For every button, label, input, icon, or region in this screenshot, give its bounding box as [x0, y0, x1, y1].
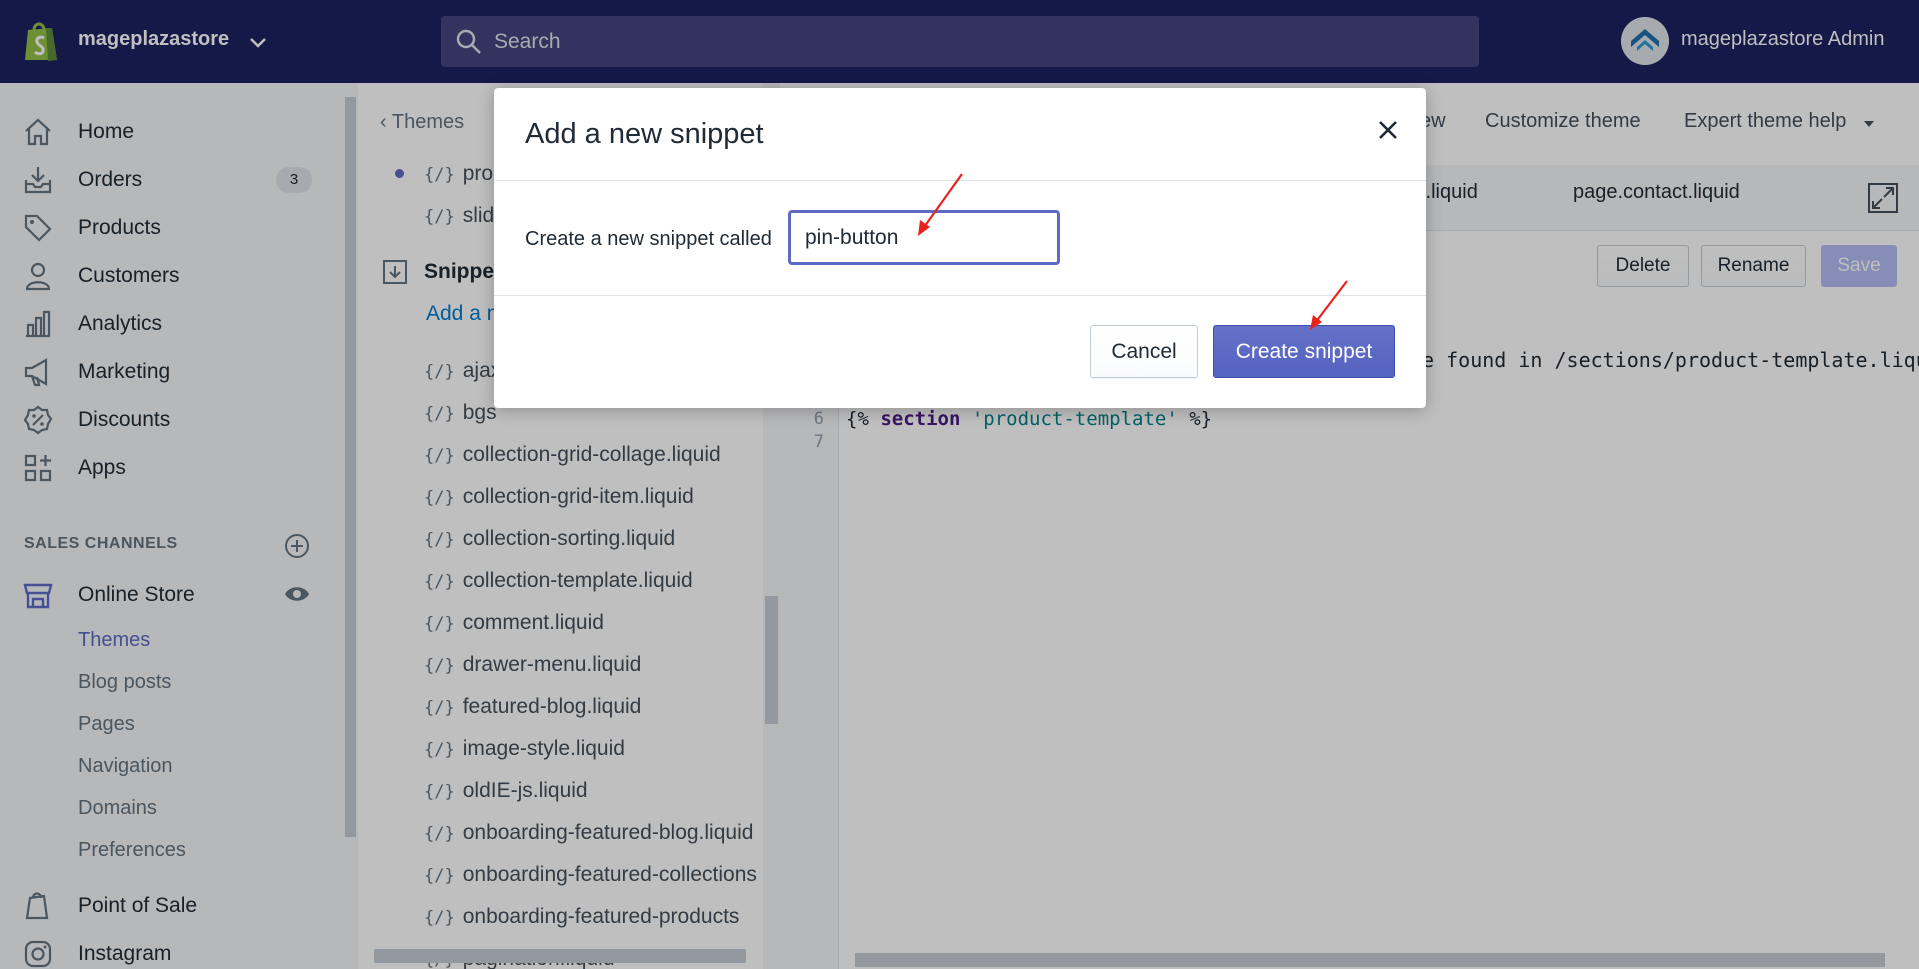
create-snippet-button[interactable]: Create snippet: [1213, 325, 1395, 378]
close-icon[interactable]: [1372, 114, 1404, 146]
annotation-arrow-icon: [1310, 280, 1348, 330]
add-snippet-modal: Add a new snippet Create a new snippet c…: [494, 88, 1426, 408]
annotation-arrow-icon: [918, 173, 963, 236]
modal-title: Add a new snippet: [525, 118, 764, 150]
snippet-name-label: Create a new snippet called: [525, 228, 772, 250]
divider: [494, 295, 1426, 296]
cancel-button[interactable]: Cancel: [1090, 325, 1198, 378]
